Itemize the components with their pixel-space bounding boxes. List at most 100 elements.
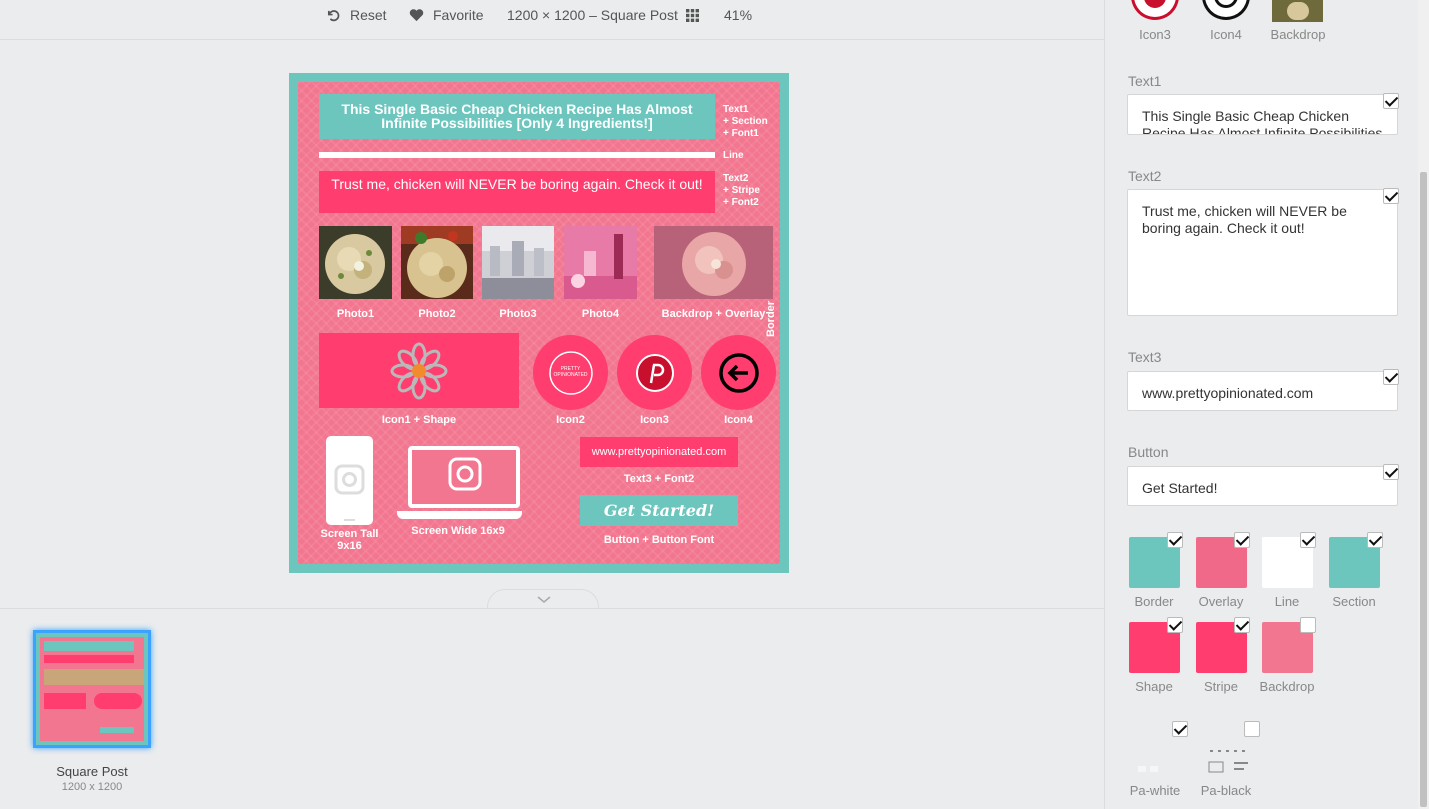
text1-side-label: Text1 + Section + Font1 <box>723 104 768 140</box>
pattern-black-preview <box>1208 750 1248 773</box>
pa-white-pattern[interactable] <box>1128 740 1178 780</box>
scrollbar-thumb[interactable] <box>1420 172 1427 807</box>
table-setting-image <box>482 226 554 299</box>
button-label: Button + Button Font <box>603 534 715 546</box>
slide-strip <box>0 608 1104 809</box>
photo3-label: Photo3 <box>499 308 537 320</box>
brand-logo-text: PRETTY OPINIONATED <box>553 366 588 378</box>
canvas-title-section[interactable]: This Single Basic Cheap Chicken Recipe H… <box>319 94 715 139</box>
thumb-button-block <box>100 727 134 733</box>
swatch-backdrop-checkbox[interactable] <box>1300 617 1316 633</box>
text2-input[interactable]: Trust me, chicken will NEVER be boring a… <box>1127 189 1398 316</box>
canvas-backdrop: This Single Basic Cheap Chicken Recipe H… <box>298 82 780 564</box>
line-side-label: Line <box>723 150 744 161</box>
pasta-thumbnail <box>1287 2 1309 20</box>
slide-name: Square Post <box>56 764 128 779</box>
pa-white-checkbox[interactable] <box>1172 721 1188 737</box>
icon1-shape[interactable] <box>319 333 519 408</box>
thumb-photos-block <box>44 669 144 685</box>
button-checkbox[interactable] <box>1383 464 1399 480</box>
thumb-icons-block <box>94 693 142 709</box>
side-label-line: Text2 <box>723 173 749 184</box>
text1-checkbox[interactable] <box>1383 93 1399 109</box>
instagram-icon <box>448 457 482 491</box>
text3-label: Text3 + Font2 <box>623 473 695 485</box>
slide-size: 1200 x 1200 <box>61 781 123 793</box>
swatch-backdrop-label: Backdrop <box>1259 679 1315 694</box>
icon1-label: Icon1 + Shape <box>381 414 457 426</box>
photo1-label: Photo1 <box>336 308 375 320</box>
photo2[interactable] <box>401 226 473 299</box>
canvas-website[interactable]: www.prettyopinionated.com <box>580 437 738 467</box>
arrow-left-icon <box>718 352 759 393</box>
pa-black-checkbox[interactable] <box>1244 721 1260 737</box>
design-canvas[interactable]: This Single Basic Cheap Chicken Recipe H… <box>289 73 789 573</box>
size-selector[interactable]: 1200 × 1200 – Square Post <box>507 7 678 23</box>
swatch-section-label: Section <box>1332 594 1376 609</box>
text3-input[interactable]: www.prettyopinionated.com <box>1127 371 1398 411</box>
zoom-label: 41% <box>724 7 753 23</box>
reset-label: Reset <box>350 7 387 23</box>
icon3-circle[interactable] <box>617 335 692 410</box>
text2-side-label: Text2 + Stripe + Font2 <box>723 173 760 209</box>
icon3-top-label: Icon3 <box>1139 27 1171 42</box>
photo4-label: Photo4 <box>581 308 620 320</box>
button-text-input[interactable]: Get Started! <box>1127 466 1398 506</box>
pa-black-pattern[interactable] <box>1206 740 1256 780</box>
screen-wide-label: Screen Wide 16x9 <box>411 525 505 537</box>
undo-icon <box>327 9 340 21</box>
favorite-button[interactable]: Favorite <box>409 7 484 23</box>
canvas-stripe[interactable]: Trust me, chicken will NEVER be boring a… <box>319 171 715 213</box>
screen-wide[interactable] <box>408 446 520 508</box>
thumb-shape-block <box>44 693 86 709</box>
swatch-line-checkbox[interactable] <box>1300 532 1316 548</box>
photo2-label: Photo2 <box>418 308 456 320</box>
swatch-shape-label: Shape <box>1135 679 1173 694</box>
icon4-label: Icon4 <box>724 414 753 426</box>
pinterest-icon <box>635 353 674 392</box>
pattern-white-preview <box>1138 766 1158 772</box>
text2-field-label: Text2 <box>1128 168 1162 184</box>
backdrop-overlay-label: Backdrop + Overlay <box>661 308 766 320</box>
icon3-label: Icon3 <box>640 414 669 426</box>
side-label-line: + Stripe <box>723 185 760 196</box>
canvas-button[interactable]: Get Started! <box>580 495 738 526</box>
photo1[interactable] <box>319 226 392 299</box>
thumb-title-block <box>44 641 134 651</box>
toolbar: Reset Favorite 1200 × 1200 – Square Post… <box>0 0 1104 40</box>
instagram-icon <box>334 464 365 521</box>
thumb-stripe-block <box>44 655 134 663</box>
text3-checkbox[interactable] <box>1383 369 1399 385</box>
side-label-line: + Font1 <box>723 128 759 139</box>
grid-toggle[interactable] <box>686 7 708 23</box>
icon4-circle[interactable] <box>701 335 776 410</box>
icon2-label: Icon2 <box>556 414 585 426</box>
text2-checkbox[interactable] <box>1383 188 1399 204</box>
swatch-shape-checkbox[interactable] <box>1167 617 1183 633</box>
favorite-label: Favorite <box>433 7 484 23</box>
swatch-border-checkbox[interactable] <box>1167 532 1183 548</box>
swatch-line-label: Line <box>1274 594 1300 609</box>
swatch-overlay-checkbox[interactable] <box>1234 532 1250 548</box>
photo4[interactable] <box>564 226 637 299</box>
text1-input[interactable]: This Single Basic Cheap Chicken Recipe H… <box>1127 94 1398 135</box>
button-field-label: Button <box>1128 444 1169 460</box>
screen-tall[interactable] <box>326 436 373 525</box>
border-side-label: Border <box>765 300 777 337</box>
icon2-circle[interactable]: PRETTY OPINIONATED <box>533 335 608 410</box>
photo3[interactable] <box>482 226 554 299</box>
chevron-down-icon <box>537 596 551 603</box>
arrow-left-icon <box>1214 0 1238 8</box>
swatch-stripe-checkbox[interactable] <box>1234 617 1250 633</box>
canvas-line[interactable] <box>319 152 715 158</box>
side-label-line: + Section <box>723 116 768 127</box>
zoom-level[interactable]: 41% <box>724 7 752 23</box>
side-label-line: + Font2 <box>723 197 759 208</box>
swatch-section-checkbox[interactable] <box>1367 532 1383 548</box>
reset-button[interactable]: Reset <box>326 7 387 23</box>
panel-scrollbar[interactable] <box>1418 0 1429 809</box>
backdrop-preview[interactable] <box>1272 0 1323 22</box>
photo-backdrop-overlay[interactable] <box>654 226 773 299</box>
slide-thumbnail[interactable] <box>33 630 151 748</box>
grid-icon <box>686 8 699 22</box>
